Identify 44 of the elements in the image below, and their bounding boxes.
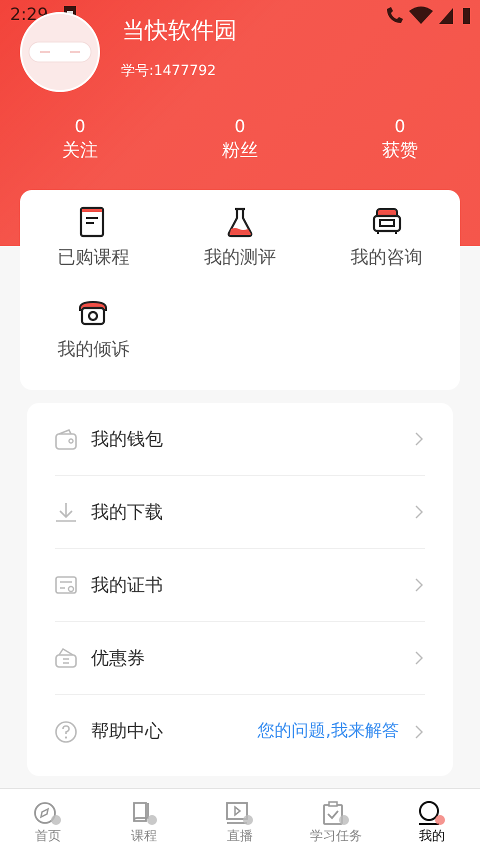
menu-item[interactable]: 我的下载 [55,476,425,549]
chevron-right-icon [415,578,423,592]
clipboard-icon [321,801,351,827]
menu-label: 我的下载 [91,500,163,524]
menu-item[interactable]: 优惠券 [55,622,425,695]
chevron-right-icon [415,651,423,665]
user-name: 当快软件园 [122,17,237,46]
stat-label: 关注 [60,139,99,163]
stat-label: 获赞 [380,139,419,163]
shortcut-label[interactable]: 我的咨询 [350,244,423,271]
tab-item[interactable]: 首页 [0,789,96,854]
menu-label: 帮助中心 [91,720,163,744]
shortcut-label[interactable]: 我的测评 [204,244,276,271]
menu-item[interactable]: 帮助中心 您的问题,我来解答 [55,695,425,768]
video-icon [225,801,255,827]
menu-label: 我的证书 [91,574,163,598]
stat-value: 0 [394,116,406,138]
stat-value: 0 [234,116,246,138]
tab-item[interactable]: 学习任务 [288,789,384,854]
shortcut-label[interactable]: 已购课程 [57,244,130,271]
chevron-right-icon [415,505,423,519]
menu-label: 我的钱包 [91,428,163,452]
tab-item[interactable]: 我的 [384,789,480,854]
flask-icon [224,206,255,238]
avatar-placeholder-icon [28,41,92,63]
coupon-icon [55,647,77,669]
chevron-right-icon [415,432,423,446]
wallet-icon [55,428,77,450]
tab-item[interactable]: 课程 [96,789,192,854]
compass-icon [33,801,63,827]
student-id: 学号:1477792 [121,62,216,81]
download-icon [55,501,77,523]
tab-item[interactable]: 直播 [192,789,288,854]
menu-item[interactable]: 我的钱包 [55,403,425,476]
menu-label: 优惠券 [91,646,145,670]
certificate-icon [55,574,77,596]
profile-icon [417,801,447,827]
stat-value: 0 [74,116,86,138]
chevron-right-icon [415,724,423,738]
help-icon [55,720,77,742]
stat-label: 粉丝 [220,139,259,163]
menu-hint: 您的问题,我来解答 [258,720,399,743]
shortcut-label[interactable]: 我的倾诉 [57,336,130,363]
menu-item[interactable]: 我的证书 [55,549,425,622]
